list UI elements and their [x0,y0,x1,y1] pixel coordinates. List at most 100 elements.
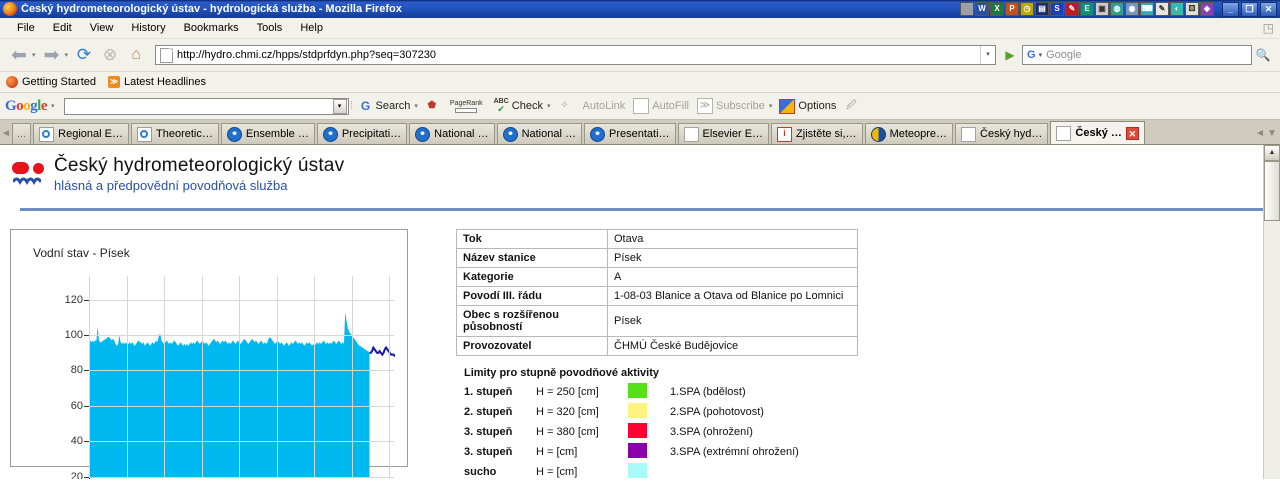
stop-icon[interactable]: ⊗ [97,42,123,68]
tab-4[interactable]: Precipitati… [316,123,408,144]
subscribe-dropdown-icon[interactable]: ▾ [769,102,773,110]
tab-list-dropdown-icon[interactable]: ▼ [1266,122,1278,144]
google-shield-button[interactable]: ⬟ [425,99,442,113]
keyboard-icon[interactable]: ⌨ [1140,2,1154,16]
page-icon [160,47,174,63]
google-wand-button[interactable]: ✧ [557,99,574,113]
restore-button[interactable]: ❐ [1241,1,1258,17]
forward-dropdown-icon[interactable]: ▾ [65,51,69,59]
subscribe-button[interactable]: ≫ Subscribe [696,98,765,114]
autofill-icon [633,98,650,114]
search-engine-dropdown-icon[interactable]: ▾ [1039,51,1047,59]
book-icon[interactable]: ▤ [1035,2,1049,16]
tab-8[interactable]: Elsevier E… [677,123,770,144]
tab-1[interactable]: Regional E… [33,123,129,144]
blue-doc-icon [39,126,55,142]
leaf-icon[interactable]: ◐ [1170,2,1184,16]
home-icon[interactable]: ⌂ [123,42,149,68]
excel-icon[interactable]: X [990,2,1004,16]
url-dropdown-icon[interactable]: ▾ [980,46,995,64]
menu-edit[interactable]: Edit [44,20,81,36]
options-button[interactable]: Options [779,98,836,114]
shield-icon: ⬟ [427,100,437,111]
bookmark-getting-started[interactable]: Getting Started [6,76,96,88]
powerpoint-icon[interactable]: P [1005,2,1019,16]
tab-scroll-left-icon[interactable]: ◄ [0,122,12,144]
search-bar[interactable]: G ▾ Google [1022,45,1252,65]
go-button[interactable]: ▶ [1000,45,1020,65]
tab-7[interactable]: Presentati… [583,123,676,144]
word-icon[interactable]: W [975,2,989,16]
scrollbar-thumb[interactable] [1264,161,1280,221]
globe-green-icon[interactable]: ◍ [1110,2,1124,16]
google-logo-dropdown-icon[interactable]: ▾ [51,102,55,110]
paint-icon[interactable]: ✎ [1065,2,1079,16]
back-dropdown-icon[interactable]: ▾ [32,51,36,59]
navigation-toolbar: ⬅ ▾ ➡ ▾ ⟳ ⊗ ⌂ http://hydro.chmi.cz/hpps/… [0,39,1280,72]
pencilcup-icon[interactable]: ✎ [1155,2,1169,16]
google-search-input[interactable]: ▾ [63,97,349,115]
tab-label: Elsevier E… [702,128,764,140]
scroll-up-icon[interactable]: ▲ [1264,145,1280,161]
url-bar[interactable]: http://hydro.chmi.cz/hpps/stdprfdyn.php?… [155,45,996,65]
reload-icon[interactable]: ⟳ [71,42,97,68]
globe-icon[interactable]: ◉ [1125,2,1139,16]
tab-6[interactable]: National … [496,123,582,144]
chart-gridline-v [389,275,390,477]
check-dropdown-icon[interactable]: ▾ [547,102,551,110]
close-button[interactable]: ✕ [1260,1,1277,17]
menu-file[interactable]: File [8,20,44,36]
menu-view[interactable]: View [81,20,123,36]
search-magnifier-icon[interactable]: 🔍 [1252,48,1274,62]
clock-icon[interactable]: ◷ [1020,2,1034,16]
autolink-button[interactable]: AutoLink [582,100,625,112]
tab-3[interactable]: Ensemble … [220,123,315,144]
noaa-icon [415,126,431,142]
tab-2[interactable]: Theoretic… [131,123,219,144]
google-history-dropdown-icon[interactable]: ▾ [332,98,347,114]
menu-bookmarks[interactable]: Bookmarks [175,20,248,36]
palette-icon[interactable] [960,2,974,16]
menu-help[interactable]: Help [291,20,332,36]
google-search-button[interactable]: G Search [359,99,411,113]
tab-0[interactable]: ... [12,123,32,144]
tab-scroll-right-icon[interactable]: ◄ [1254,122,1266,144]
tab-10[interactable]: Meteopre… [864,123,954,144]
pagerank-label: PageRank [449,99,483,107]
url-text: http://hydro.chmi.cz/hpps/stdprfdyn.php?… [177,49,437,61]
tab-label: Zjistěte si,… [796,128,857,140]
chart-gridline-v [239,275,240,477]
table-row: Obec s rozšířenou působností Písek [456,304,858,337]
scanner-icon[interactable]: S [1050,2,1064,16]
tab-close-icon[interactable]: ✕ [1125,126,1139,140]
station-info-column: Tok Otava Název stanice Písek Kategorie A Povo… [456,228,1280,479]
back-arrow-icon[interactable]: ⬅ [6,42,32,68]
chart-gridline-h [89,476,394,478]
tab-12[interactable]: Český … ✕ [1050,121,1145,144]
dice-icon[interactable]: ⚄ [1185,2,1199,16]
tab-11[interactable]: Český hyd… [955,123,1049,144]
menu-tools[interactable]: Tools [248,20,292,36]
colors-icon[interactable]: ◆ [1200,2,1214,16]
chart-gridline-h [89,370,394,372]
options-icon [779,98,796,114]
google-search-label: Search [375,100,411,112]
blue-doc-icon [137,126,152,142]
search-engine-icon[interactable]: G [1023,49,1039,61]
page-scrollbar[interactable]: ▲ [1263,145,1280,479]
google-search-dropdown-icon[interactable]: ▾ [414,102,418,110]
minimize-button[interactable]: _ [1222,1,1239,17]
google-check-button[interactable]: ABC ✔ Check [494,98,543,114]
tab-9[interactable]: i Zjistěte si,… [771,123,863,144]
search-input[interactable]: Google [1046,49,1251,61]
bookmark-latest-headlines[interactable]: ≫ Latest Headlines [108,76,206,88]
info-key: Povodí III. řádu [456,285,608,306]
chart-y-tick-label: 100 [64,328,83,341]
save-icon[interactable]: ▣ [1095,2,1109,16]
forward-arrow-icon[interactable]: ➡ [39,42,65,68]
notes-icon[interactable]: E [1080,2,1094,16]
autofill-button[interactable]: AutoFill [633,98,689,114]
highlighter-button[interactable]: 🖉 [844,99,861,113]
menu-history[interactable]: History [122,20,174,36]
tab-5[interactable]: National … [409,123,495,144]
